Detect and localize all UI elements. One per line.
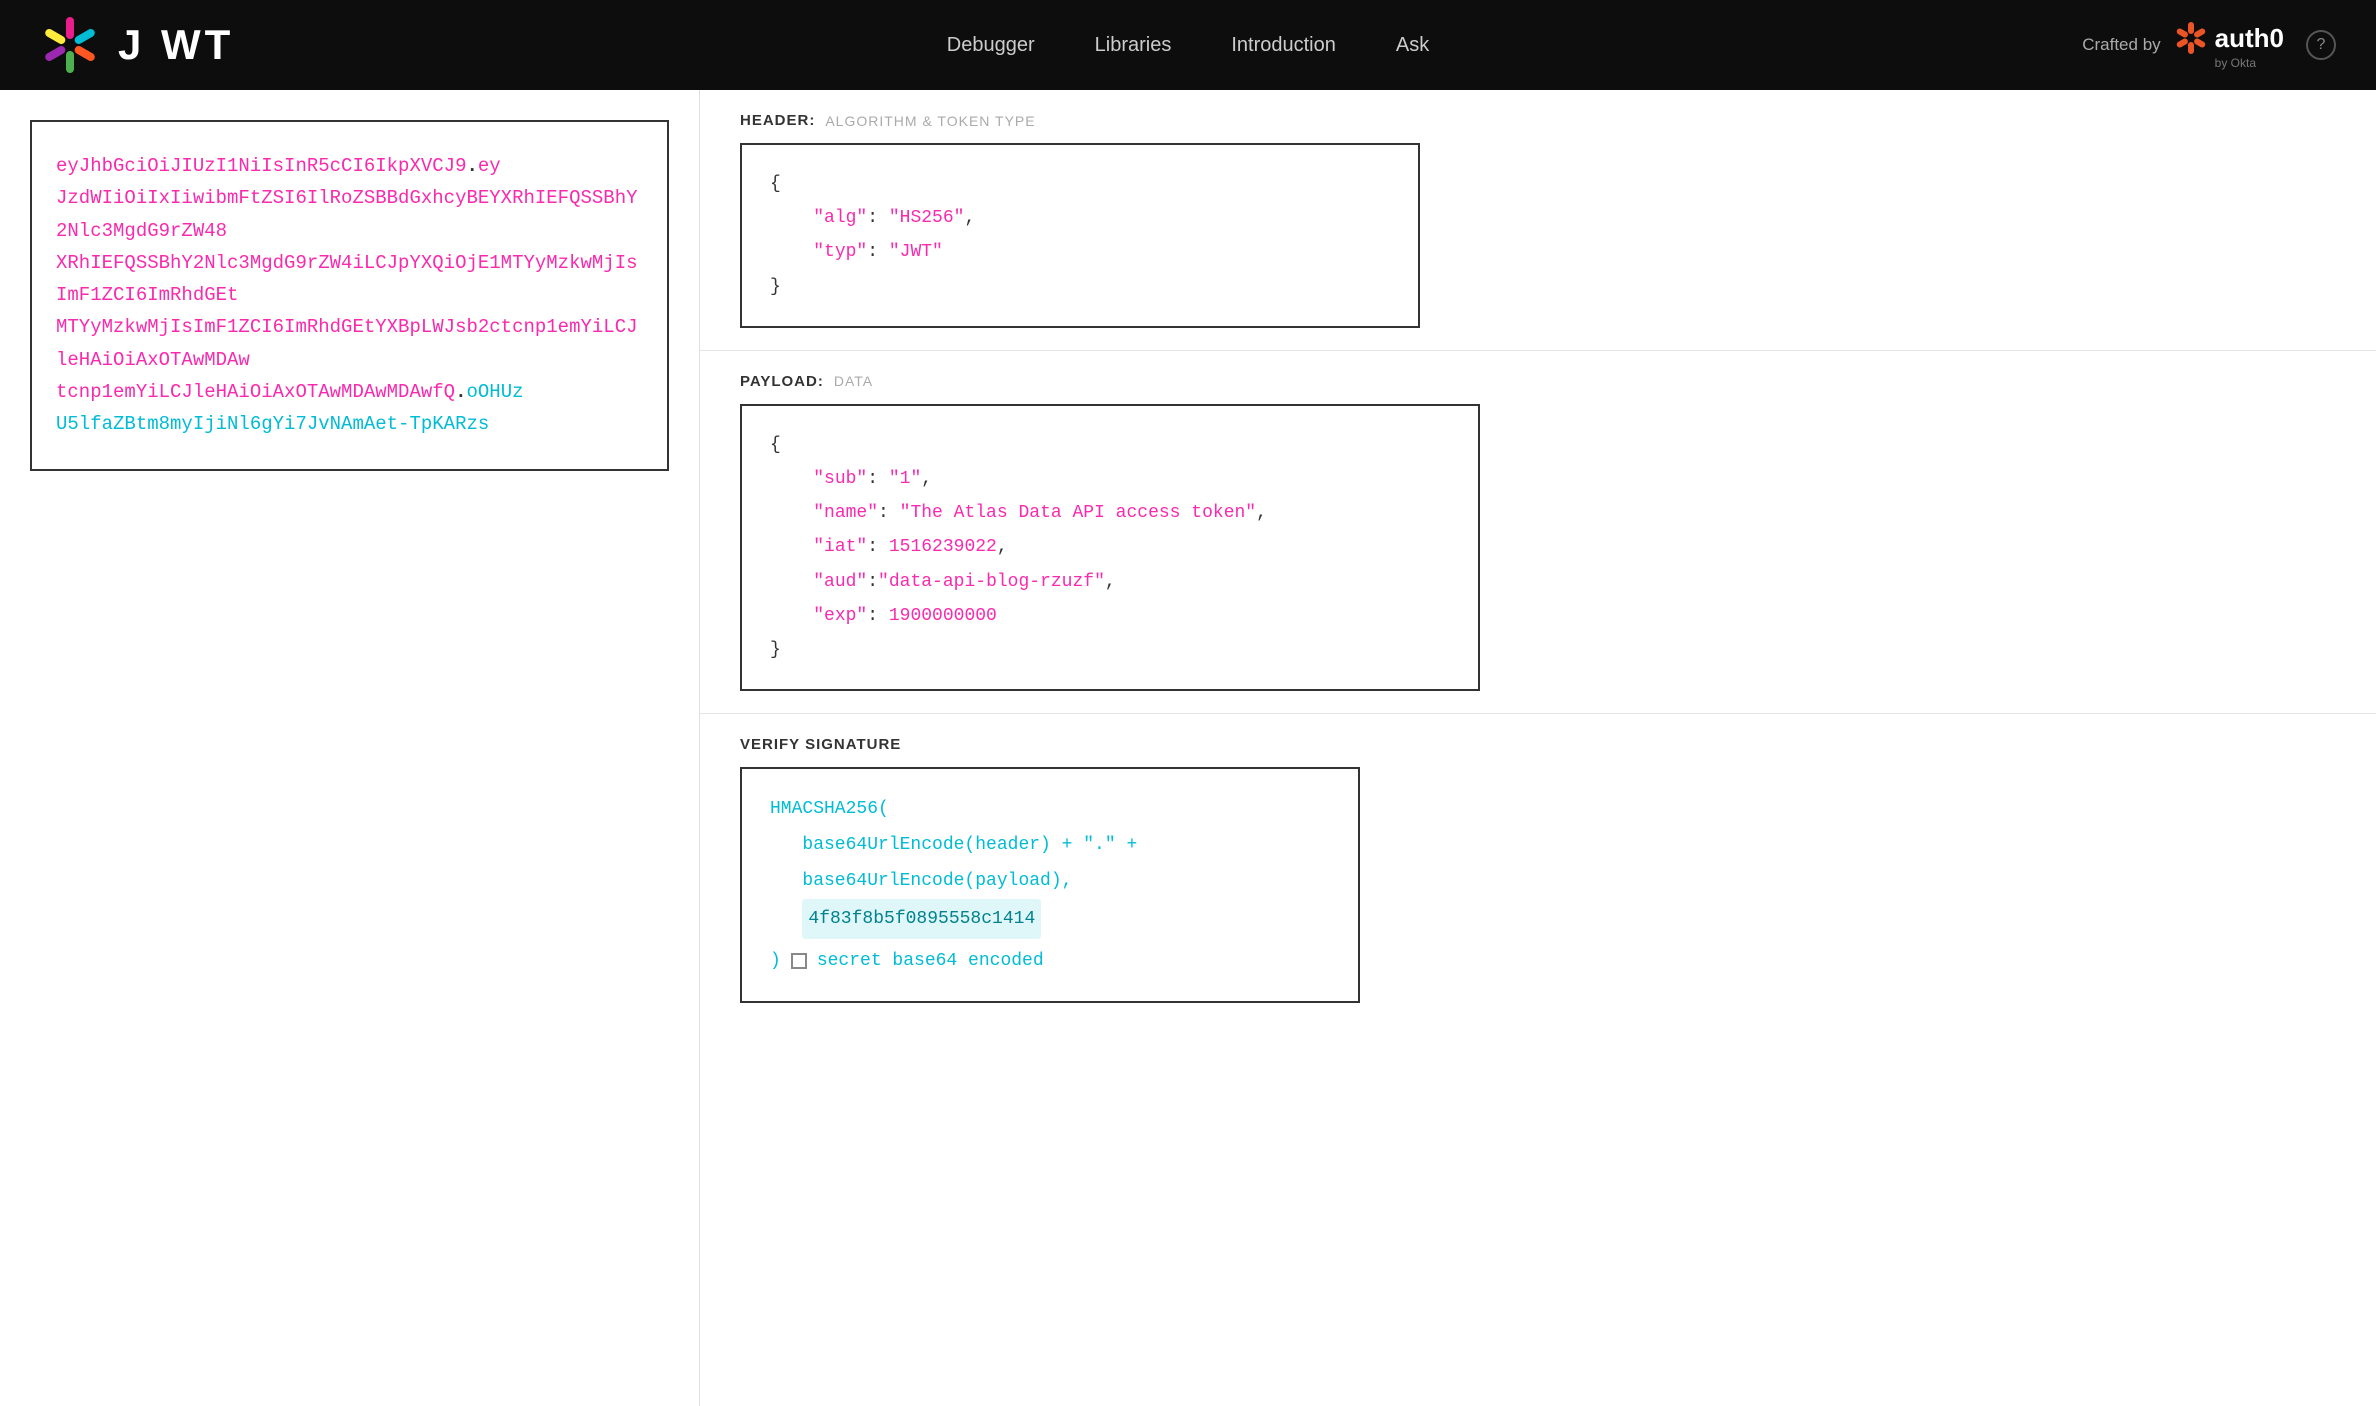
nav-libraries[interactable]: Libraries [1095,34,1172,57]
verify-func-name: HMACSHA256( [770,799,889,819]
payload-exp-key: "exp" [813,606,867,626]
verify-secret-value[interactable]: 4f83f8b5f0895558c1414 [802,899,1041,939]
payload-aud-key: "aud" [813,572,867,592]
header-alg-value: "HS256" [889,208,965,228]
token-display: eyJhbGciOiJIUzI1NiIsInR5cCI6IkpXVCJ9.eyJ… [30,120,669,471]
header-typ-value: "JWT" [889,242,943,262]
header-section: HEADER: ALGORITHM & TOKEN TYPE { "alg": … [700,90,2376,351]
payload-sub-key: "sub" [813,469,867,489]
verify-line1: base64UrlEncode(header) + "." + [802,835,1137,855]
auth0-logo: auth0 by Okta [2173,20,2284,70]
logo-area: J WT [40,15,234,75]
secret-row: ) secret base64 encoded [770,943,1330,979]
payload-section-header: PAYLOAD: DATA [740,373,2336,390]
payload-sublabel: DATA [834,373,873,389]
header-alg-key: "alg" [813,208,867,228]
nav-introduction[interactable]: Introduction [1231,34,1336,57]
verify-section: VERIFY SIGNATURE HMACSHA256( base64UrlEn… [700,714,2376,1025]
jwt-logo-icon [40,15,100,75]
logo-text: J WT [118,21,234,69]
verify-label: VERIFY SIGNATURE [740,736,2336,753]
nav-debugger[interactable]: Debugger [947,34,1035,57]
payload-sub-value: "1" [889,469,921,489]
secret-base64-checkbox[interactable] [791,953,807,969]
main-content: eyJhbGciOiJIUzI1NiIsInR5cCI6IkpXVCJ9.eyJ… [0,90,2376,1406]
payload-section: PAYLOAD: DATA { "sub": "1", "name": "The… [700,351,2376,714]
left-panel: eyJhbGciOiJIUzI1NiIsInR5cCI6IkpXVCJ9.eyJ… [0,90,700,1406]
payload-name-key: "name" [813,503,878,523]
payload-iat-value: 1516239022 [889,537,997,557]
header-typ-key: "typ" [813,242,867,262]
auth0-okta: by Okta [2215,56,2256,70]
auth0-text: auth0 [2215,23,2284,54]
verify-line2: base64UrlEncode(payload), [802,871,1072,891]
crafted-by-label: Crafted by [2082,35,2160,55]
payload-label: PAYLOAD: [740,373,824,390]
payload-name-value: "The Atlas Data API access token" [900,503,1256,523]
crafted-by-area: Crafted by auth0 by Okta ? [2082,20,2336,70]
verify-box: HMACSHA256( base64UrlEncode(header) + ".… [740,767,1360,1003]
verify-closing: ) [770,943,781,979]
nav-ask[interactable]: Ask [1396,34,1429,57]
header-sublabel: ALGORITHM & TOKEN TYPE [825,113,1035,129]
token-part1: eyJhbGciOiJIUzI1NiIsInR5cCI6IkpXVCJ9 [56,155,466,177]
nav-links: Debugger Libraries Introduction Ask [947,34,1429,57]
right-panel: HEADER: ALGORITHM & TOKEN TYPE { "alg": … [700,90,2376,1406]
secret-base64-label: secret base64 encoded [817,943,1044,979]
header-code-box: { "alg": "HS256", "typ": "JWT" } [740,143,1420,328]
payload-code-box: { "sub": "1", "name": "The Atlas Data AP… [740,404,1480,691]
payload-exp-value: 1900000000 [889,606,997,626]
header-label: HEADER: [740,112,815,129]
navbar: J WT Debugger Libraries Introduction Ask… [0,0,2376,90]
token-part2-start: eyJzdWIiOiIxIiwibmFtZSI6IlRoZSBBdGxhcyBE… [56,155,638,403]
header-section-header: HEADER: ALGORITHM & TOKEN TYPE [740,112,2336,129]
help-icon[interactable]: ? [2306,30,2336,60]
auth0-icon [2173,20,2209,56]
payload-aud-value: "data-api-blog-rzuzf" [878,572,1105,592]
payload-iat-key: "iat" [813,537,867,557]
